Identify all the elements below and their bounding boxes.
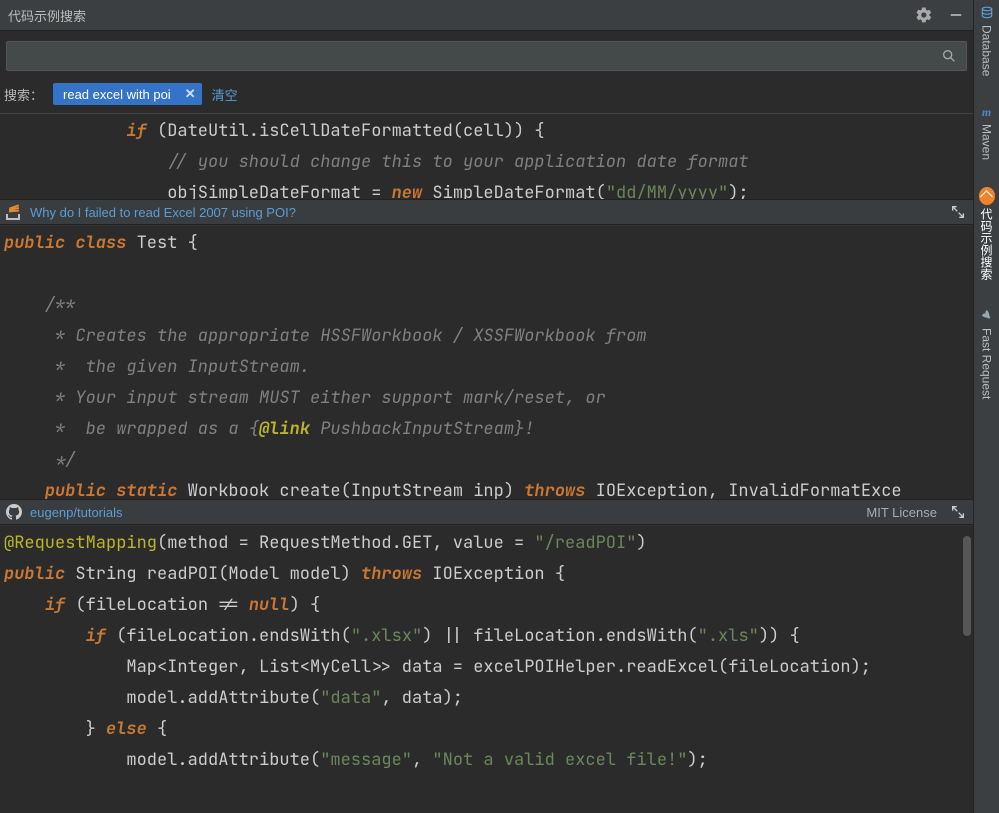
sidebar-item-maven[interactable]: m Maven [979,104,995,160]
code-snippet-top[interactable]: if (DateUtil.isCellDateFormatted(cell)) … [0,113,973,199]
titlebar: 代码示例搜索 [0,0,973,31]
sidebar-item-code-search[interactable]: 代码示例搜索 [978,188,995,280]
searchbar[interactable] [6,41,967,71]
sidebar-item-label: Maven [980,124,994,160]
stackoverflow-icon [6,204,22,220]
panel-title: 代码示例搜索 [8,6,86,25]
search-icon[interactable] [940,47,958,65]
searchbar-wrap [0,31,973,77]
scrollbar[interactable] [963,536,971,636]
search-input[interactable] [15,49,940,64]
github-icon [6,504,22,520]
expand-icon[interactable] [949,503,967,521]
titlebar-actions [915,6,965,24]
filter-chip-text: read excel with poi [63,87,171,102]
sidebar-item-label: Database [980,25,994,76]
minimize-icon[interactable] [947,6,965,24]
stackoverflow-title-link[interactable]: Why do I failed to read Excel 2007 using… [30,205,296,220]
close-icon[interactable]: ✕ [185,86,196,102]
filter-label: 搜索： [4,85,43,104]
gear-icon[interactable] [915,6,933,24]
sidebar-item-fast-request[interactable]: Fast Request [979,308,995,399]
tool-sidebar: Database m Maven 代码示例搜索 Fast Request [973,0,999,813]
result-header-stackoverflow: Why do I failed to read Excel 2007 using… [0,199,973,225]
code-snippet-stackoverflow[interactable]: public class Test { /** * Creates the ap… [0,225,973,499]
github-repo-link[interactable]: eugenp/tutorials [30,505,123,520]
database-icon [979,5,995,21]
expand-icon[interactable] [949,203,967,221]
clear-link[interactable]: 清空 [212,85,238,104]
filter-row: 搜索： read excel with poi ✕ 清空 [0,77,973,113]
license-label: MIT License [866,505,937,520]
sidebar-item-label: Fast Request [980,328,994,399]
result-header-github: eugenp/tutorials MIT License [0,499,973,525]
code-search-icon [979,188,995,204]
code-snippet-github[interactable]: @RequestMapping(method = RequestMethod.G… [0,525,973,813]
sidebar-item-database[interactable]: Database [979,5,995,76]
filter-chip[interactable]: read excel with poi ✕ [53,83,202,105]
maven-icon: m [979,104,995,120]
sidebar-item-label: 代码示例搜索 [978,208,995,280]
rocket-icon [979,308,995,324]
